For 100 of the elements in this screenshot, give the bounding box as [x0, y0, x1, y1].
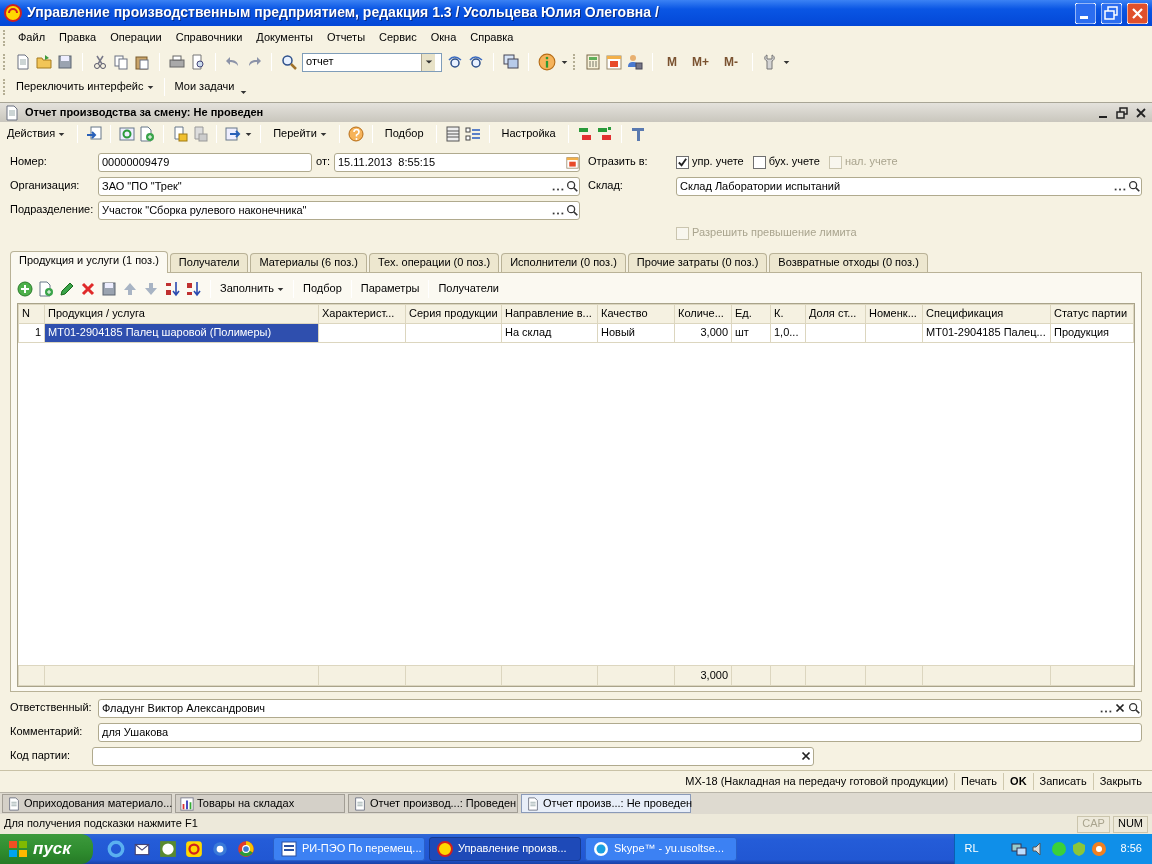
window-tab[interactable]: Оприходования материало... [2, 794, 172, 813]
search-icon[interactable] [281, 54, 297, 70]
scissors-icon[interactable] [92, 54, 108, 70]
input-field[interactable]: Участок "Сборка рулевого наконечника" [98, 200, 580, 220]
app-icon[interactable] [1090, 841, 1107, 857]
search-input[interactable]: отчет [303, 55, 421, 69]
list-icon[interactable] [444, 126, 461, 142]
document-add-icon[interactable] [139, 126, 156, 142]
action-link[interactable]: OK [1003, 772, 1033, 791]
window-tab[interactable]: Товары на складах [175, 794, 345, 813]
column-header[interactable]: Количе... [674, 304, 732, 324]
column-header[interactable]: Статус партии [1050, 304, 1134, 324]
tab[interactable]: Исполнители (0 поз.) [501, 253, 626, 272]
refresh-icon[interactable] [119, 126, 136, 142]
menu-item[interactable]: Справочники [169, 30, 249, 46]
find-next-icon[interactable] [468, 54, 484, 70]
calendar-icon[interactable] [606, 54, 622, 70]
taskbar-button[interactable]: Управление произв... [428, 837, 581, 861]
clock-icon[interactable] [158, 840, 177, 858]
column-header[interactable]: Качество [597, 304, 675, 324]
import-icon[interactable] [86, 126, 103, 142]
checkbox[interactable] [752, 155, 766, 169]
printer-icon[interactable] [169, 54, 185, 70]
input-field[interactable]: для Ушакова [99, 723, 1141, 741]
document-icon[interactable] [15, 54, 31, 70]
window-tab[interactable]: Отчет производ...: Проведен [348, 794, 518, 813]
preview-icon[interactable] [190, 54, 206, 70]
input-field[interactable]: ЗАО "ПО "Трек" [98, 176, 580, 196]
clear-icon[interactable] [1113, 701, 1127, 715]
maximize-button[interactable] [1101, 2, 1122, 24]
toolbar-button[interactable]: Получатели [438, 281, 499, 297]
document-arrow-icon[interactable] [225, 126, 242, 142]
checkbox[interactable] [676, 155, 689, 169]
tab[interactable]: Прочие затраты (0 поз.) [627, 253, 768, 272]
input-field[interactable] [92, 746, 814, 766]
menu-item[interactable]: Справка [464, 30, 520, 46]
find-next-icon[interactable] [447, 54, 463, 70]
toolbar-button[interactable]: Подбор [380, 125, 428, 143]
menu-item[interactable]: Документы [250, 30, 320, 46]
input-field[interactable]: 15.11.2013 8:55:15 [334, 152, 580, 172]
window-tab[interactable]: Отчет произв...: Не проведен [521, 794, 691, 813]
field-value[interactable]: ЗАО "ПО "Трек" [99, 177, 551, 195]
app-icon[interactable] [184, 840, 203, 858]
taskbar-button[interactable]: РИ-ПЭО По перемещ... [272, 837, 425, 861]
folder-icon[interactable] [36, 54, 52, 70]
memory-button[interactable]: M [662, 54, 682, 70]
menu-item[interactable]: Файл [12, 30, 52, 46]
column-header[interactable]: Номенк... [865, 304, 923, 324]
close-icon[interactable] [1134, 105, 1148, 120]
action-link[interactable]: МХ-18 (Накладная на передачу готовой продукции) [679, 772, 955, 791]
menu-item[interactable]: Операции [104, 30, 168, 46]
field-value[interactable]: Участок "Сборка рулевого наконечника" [99, 201, 551, 219]
ledger-icon[interactable] [576, 126, 593, 142]
browser-icon[interactable] [236, 840, 255, 858]
column-header[interactable]: Ед. [731, 304, 771, 324]
calculator-icon[interactable] [585, 54, 601, 70]
tab[interactable]: Материалы (6 поз.) [250, 253, 367, 272]
column-header[interactable]: Доля ст... [805, 304, 866, 324]
toolbar-button[interactable]: Мои задачи [170, 78, 239, 96]
toolbar-button[interactable]: Подбор [303, 281, 342, 297]
copy-icon[interactable] [113, 54, 129, 70]
close-button[interactable] [1127, 2, 1148, 24]
save-icon[interactable] [101, 281, 117, 297]
action-link[interactable]: Печать [954, 772, 1004, 791]
info-icon[interactable] [538, 53, 556, 71]
minimize-button[interactable] [1075, 2, 1096, 24]
checklist-icon[interactable] [464, 126, 481, 142]
menu-item[interactable]: Окна [424, 30, 463, 46]
calendar-icon[interactable] [566, 155, 579, 169]
add-icon[interactable] [17, 281, 33, 297]
search-icon[interactable] [1127, 179, 1141, 193]
tab[interactable]: Возвратные отходы (0 поз.) [769, 253, 928, 272]
taskbar-button[interactable]: Skype™ - yu.usoltse... [584, 837, 737, 861]
field-value[interactable]: Склад Лаборатории испытаний [677, 177, 1113, 195]
help-icon[interactable] [347, 126, 364, 142]
document-add-icon[interactable] [38, 281, 54, 297]
user-lock-icon[interactable] [627, 54, 643, 70]
start-button[interactable]: пуск [0, 834, 93, 864]
toolbar-button[interactable]: Переключить интерфейс [12, 78, 158, 96]
input-field[interactable]: Склад Лаборатории испытаний [676, 176, 1142, 196]
pencil-icon[interactable] [59, 281, 75, 297]
tab[interactable]: Получатели [169, 253, 249, 272]
memory-button[interactable]: M- [719, 54, 743, 70]
structure-icon[interactable] [629, 126, 646, 142]
windows-icon[interactable] [503, 54, 519, 70]
browser-icon[interactable] [210, 840, 229, 858]
column-header[interactable]: Характерист... [318, 304, 406, 324]
column-header[interactable]: Продукция / услуга [44, 304, 319, 324]
memory-button[interactable]: M+ [687, 54, 714, 70]
column-header[interactable]: Направление в... [501, 304, 598, 324]
search-icon[interactable] [565, 203, 579, 217]
sort-ascending-icon[interactable] [164, 281, 180, 297]
action-link[interactable]: Записать [1032, 772, 1093, 791]
toolbar-button[interactable]: Действия [3, 125, 70, 143]
wrench-icon[interactable] [762, 54, 778, 70]
tab[interactable]: Тех. операции (0 поз.) [368, 253, 500, 272]
column-header[interactable]: К. [770, 304, 806, 324]
restore-icon[interactable] [1115, 105, 1129, 120]
toolbar-button[interactable]: Заполнить [220, 281, 284, 297]
sort-descending-icon[interactable] [185, 281, 201, 297]
